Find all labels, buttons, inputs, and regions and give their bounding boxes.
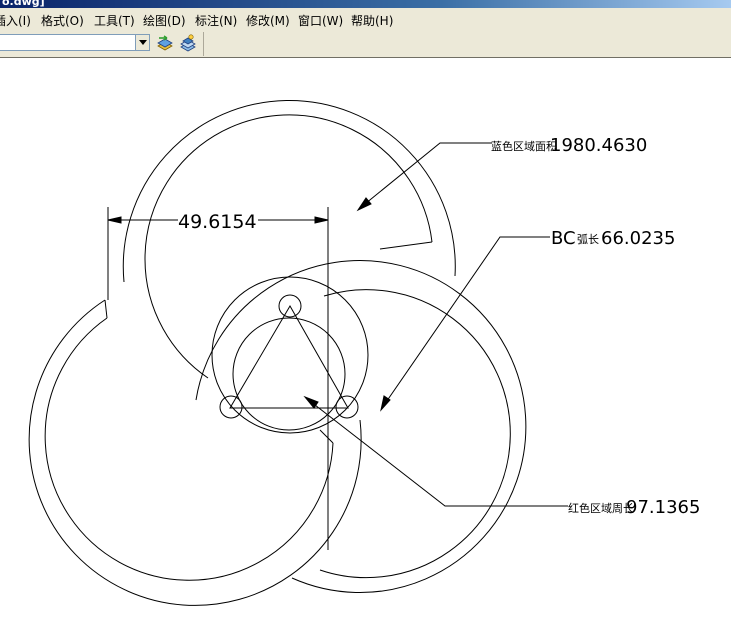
toolbar-separator (203, 32, 204, 56)
window-title: o.dwg] (2, 0, 45, 8)
chevron-down-icon[interactable] (135, 35, 149, 50)
menu-format[interactable]: 格式(O) (41, 12, 84, 29)
blue-area-arrow (356, 197, 372, 212)
arc-value: 66.0235 (601, 228, 675, 249)
left-lobe-outer (28, 299, 362, 606)
top-lobe-tip (379, 241, 433, 250)
layers-toolbar (0, 30, 731, 58)
blue-area-leader (359, 142, 492, 209)
layer-states-icon[interactable] (178, 33, 198, 53)
red-perimeter-label: 红色区域周长 (568, 501, 634, 515)
layer-combo[interactable] (0, 34, 150, 51)
red-perimeter-leader (305, 397, 568, 507)
blue-area-label: 蓝色区域面积 (491, 139, 557, 153)
menu-bar: 插入(I) 格式(O) 工具(T) 绘图(D) 标注(N) 修改(M) 窗口(W… (0, 8, 731, 30)
blue-area-value: 1980.4630 (550, 135, 647, 156)
inner-triangle (229, 305, 349, 409)
arc-length-leader (381, 236, 550, 409)
arc-label-cn: 弧长 (577, 232, 599, 246)
dim-arrow-right (314, 216, 329, 224)
menu-draw[interactable]: 绘图(D) (143, 12, 186, 29)
menu-tools[interactable]: 工具(T) (94, 12, 135, 29)
inner-ring-circle (211, 276, 369, 434)
menu-window[interactable]: 窗口(W) (298, 12, 343, 29)
right-lobe-inner (319, 289, 511, 579)
left-lobe-inner (44, 317, 334, 581)
menu-help[interactable]: 帮助(H) (351, 12, 393, 29)
top-lobe-inner (144, 114, 433, 379)
left-lobe-tip (104, 299, 108, 319)
left-lobe-tip-2 (319, 429, 334, 444)
dim-width-text: 49.6154 (178, 211, 257, 233)
red-perimeter-value: 97.1365 (626, 497, 700, 518)
menu-modify[interactable]: 修改(M) (246, 12, 290, 29)
top-lobe-outer (122, 99, 456, 283)
arc-label-prefix: BC (551, 228, 576, 249)
menu-dimension[interactable]: 标注(N) (195, 12, 237, 29)
menu-insert[interactable]: 插入(I) (0, 12, 31, 29)
drawing-canvas[interactable]: 49.6154 蓝色区域面积 1980.4630 BC 弧长 66.0235 红… (0, 58, 731, 625)
dim-arrow-left (107, 216, 122, 224)
layer-previous-icon[interactable] (155, 33, 175, 53)
title-bar: o.dwg] (0, 0, 731, 8)
